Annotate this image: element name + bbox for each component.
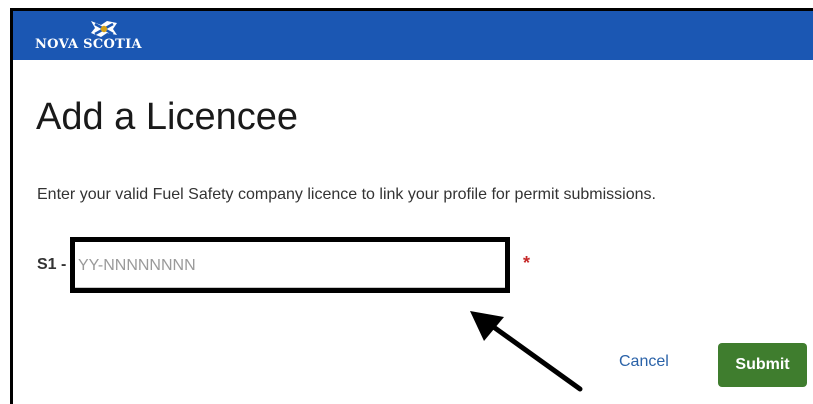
nova-scotia-logo[interactable]: NOVA SCOTIA xyxy=(35,19,175,55)
app-window: NOVA SCOTIA Add a Licencee Enter your va… xyxy=(10,8,813,404)
cancel-button[interactable]: Cancel xyxy=(619,353,669,371)
logo-text: NOVA SCOTIA xyxy=(35,37,142,52)
site-header: NOVA SCOTIA xyxy=(13,11,813,60)
nova-scotia-flag-icon xyxy=(91,21,117,37)
instructions-text: Enter your valid Fuel Safety company lic… xyxy=(37,186,656,203)
pointer-arrow-icon xyxy=(470,311,583,392)
page-title: Add a Licencee xyxy=(36,96,298,138)
licence-number-input[interactable] xyxy=(73,244,505,288)
licence-prefix-label: S1 - xyxy=(37,256,67,273)
submit-button[interactable]: Submit xyxy=(718,343,807,387)
required-indicator: * xyxy=(523,253,531,273)
